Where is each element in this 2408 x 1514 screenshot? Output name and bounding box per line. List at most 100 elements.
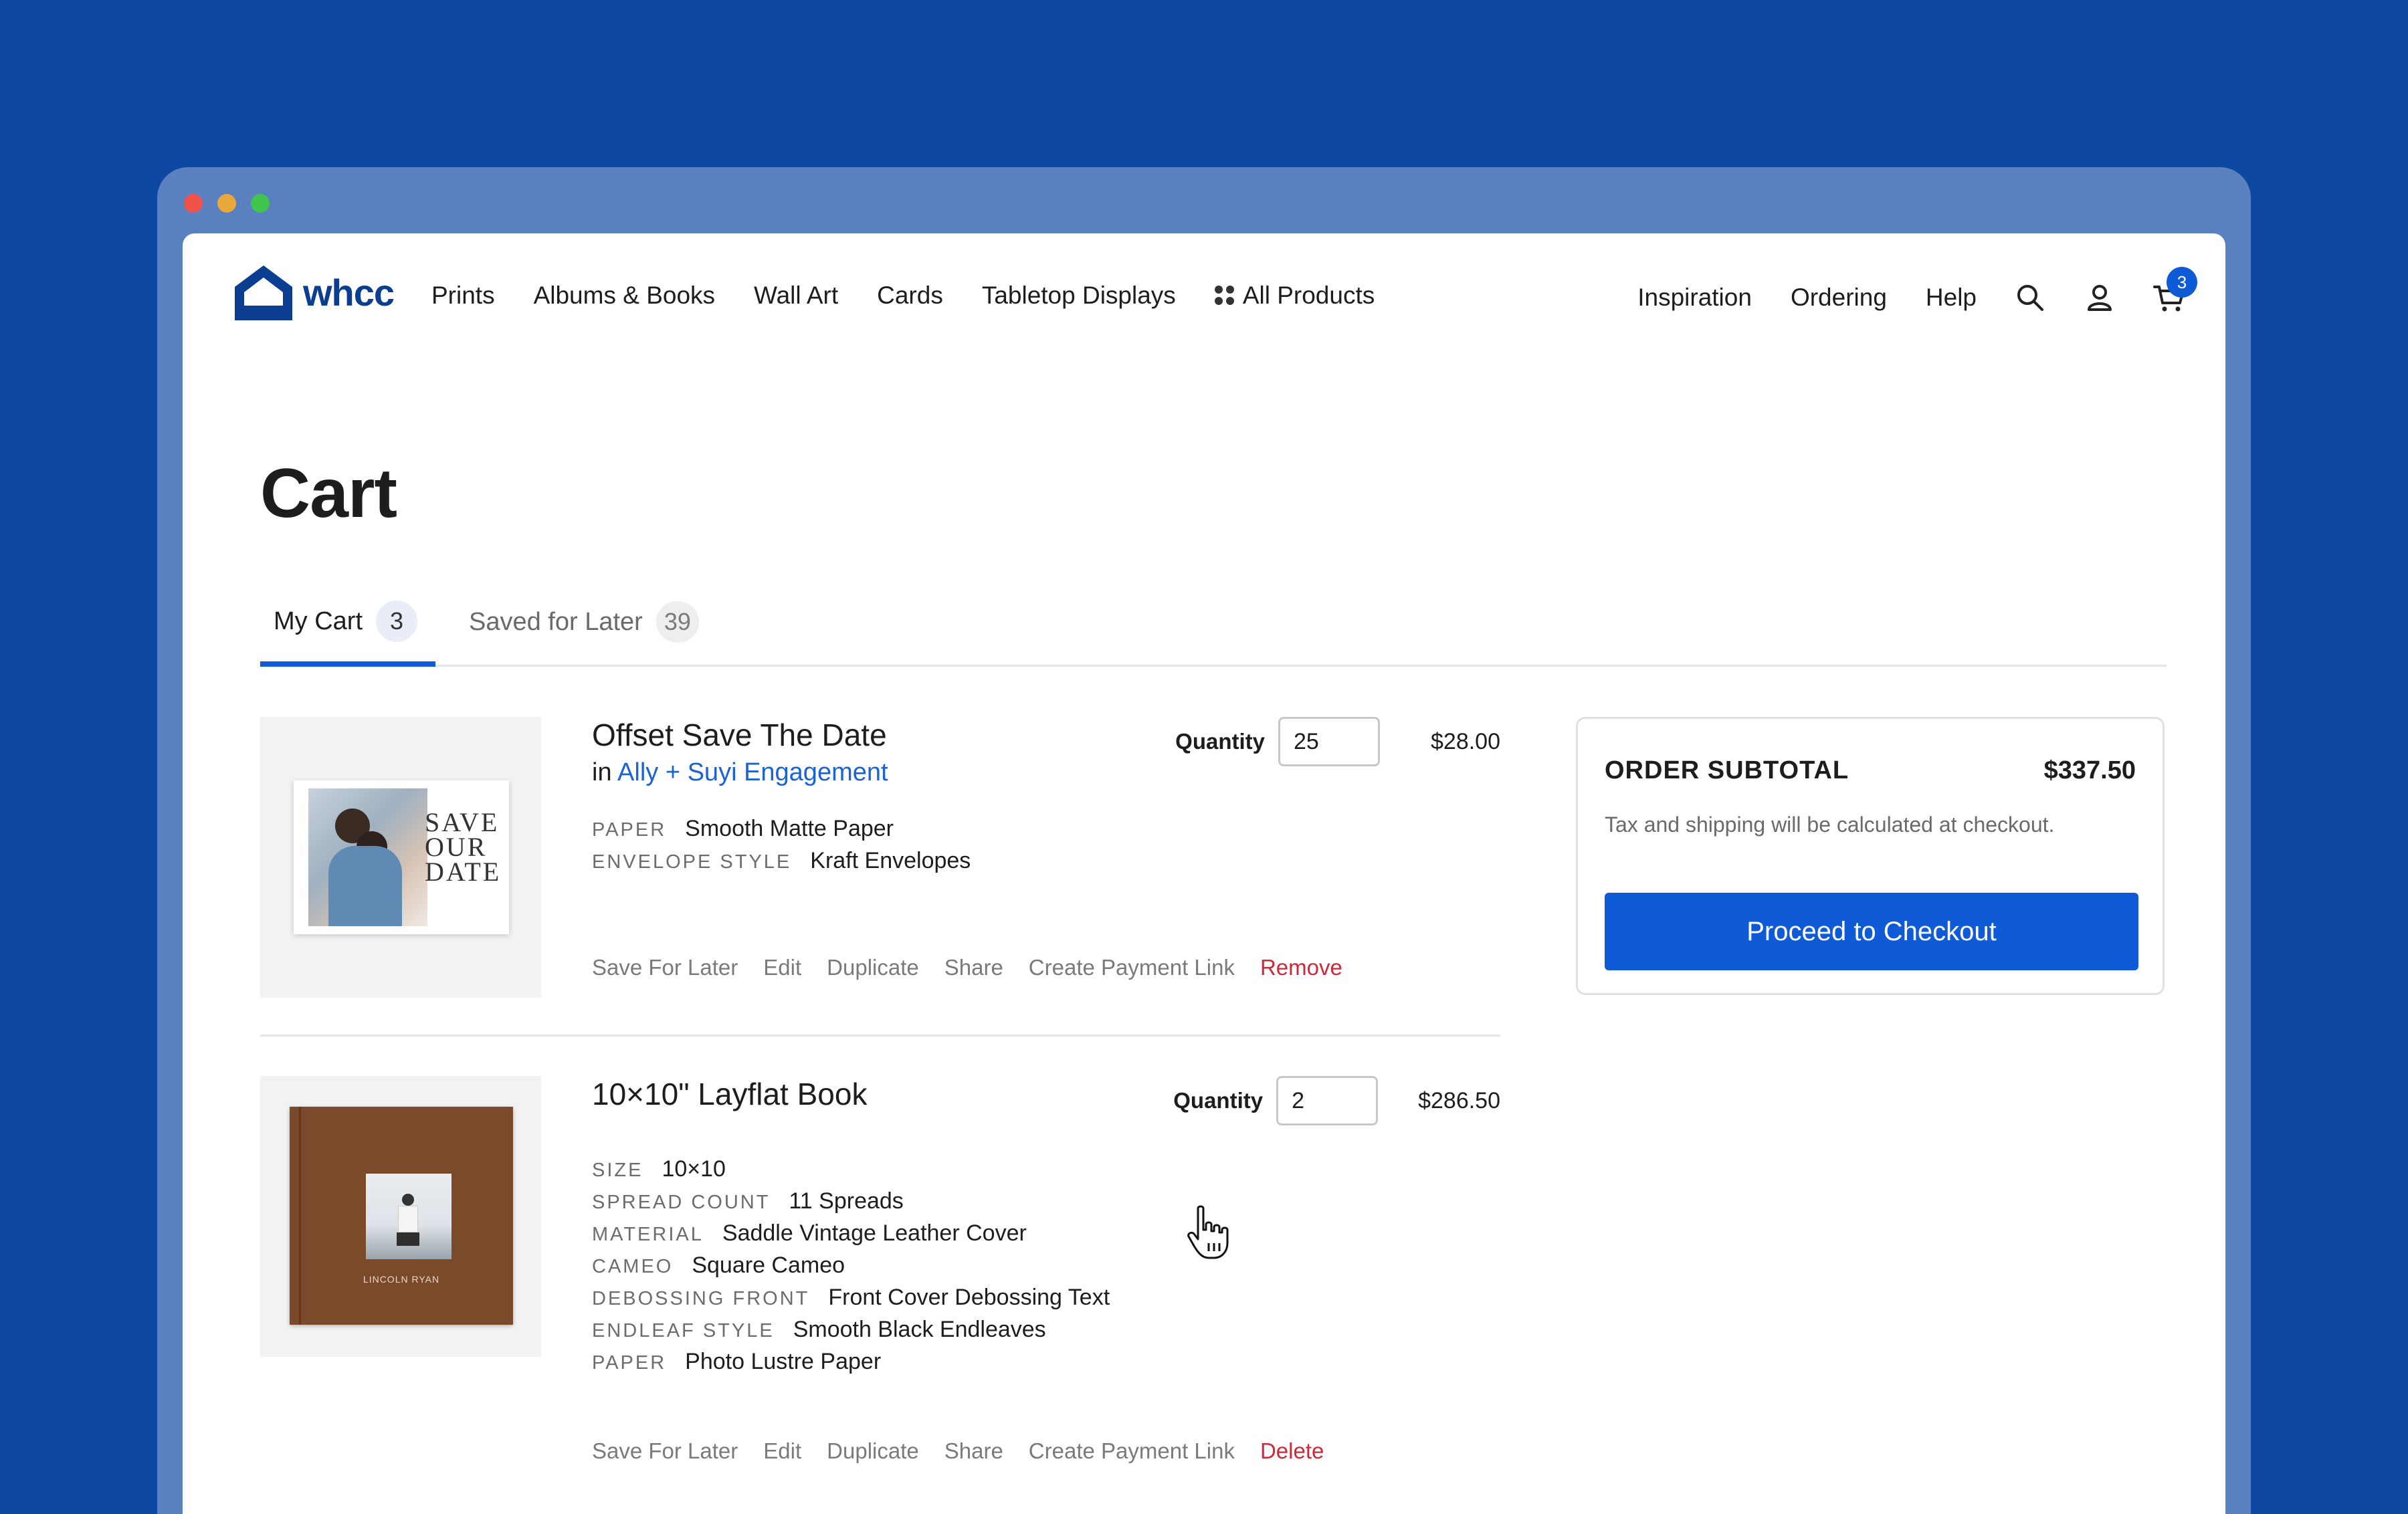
cover-debossing-text: LINCOLN RYAN <box>363 1274 440 1285</box>
tax-shipping-note: Tax and shipping will be calculated at c… <box>1605 813 2055 837</box>
share-link[interactable]: Share <box>944 955 1003 980</box>
tab-my-cart[interactable]: My Cart 3 <box>260 581 435 667</box>
page: whcc Prints Albums & Books Wall Art Card… <box>183 233 2225 1514</box>
attribute-row: ENDLEAF STYLE Smooth Black Endleaves <box>592 1317 1110 1349</box>
cart-item: LINCOLN RYAN 10×10" Layflat Book SIZE 10… <box>260 1076 1500 1514</box>
save-our-date-text: SAVE OUR DATE <box>425 807 502 887</box>
save-the-date-card: SAVE OUR DATE <box>294 780 509 934</box>
attribute-value: Smooth Black Endleaves <box>793 1317 1046 1342</box>
attribute-row: SPREAD COUNT 11 Spreads <box>592 1188 1110 1220</box>
item-attributes: PAPER Smooth Matte Paper ENVELOPE STYLE … <box>592 816 971 880</box>
tab-saved-for-later[interactable]: Saved for Later 39 <box>469 581 699 663</box>
edit-link[interactable]: Edit <box>763 1438 801 1464</box>
cart-button[interactable]: 3 <box>2153 267 2197 314</box>
create-payment-link[interactable]: Create Payment Link <box>1029 1438 1235 1464</box>
item-price: $28.00 <box>1431 728 1500 754</box>
proceed-to-checkout-button[interactable]: Proceed to Checkout <box>1605 893 2138 970</box>
item-actions: Save For Later Edit Duplicate Share Crea… <box>592 955 1368 980</box>
secondary-nav: Inspiration Ordering Help 3 <box>1637 267 2197 314</box>
nav-all-products-label: All Products <box>1242 282 1375 309</box>
primary-nav: Prints Albums & Books Wall Art Cards Tab… <box>431 282 1413 310</box>
order-subtotal-amount: $337.50 <box>2043 756 2136 784</box>
tab-my-cart-label: My Cart <box>274 607 363 635</box>
quantity-block: Quantity $286.50 <box>1173 1076 1500 1125</box>
attribute-key: PAPER <box>592 819 667 841</box>
item-project-link[interactable]: Ally + Suyi Engagement <box>617 758 888 786</box>
attribute-value: Smooth Matte Paper <box>685 816 894 841</box>
grid-icon <box>1214 286 1235 306</box>
duplicate-link[interactable]: Duplicate <box>827 955 919 980</box>
create-payment-link[interactable]: Create Payment Link <box>1029 955 1235 980</box>
cart-item: SAVE OUR DATE Offset Save The Date in Al… <box>260 717 1500 1037</box>
attribute-value: Kraft Envelopes <box>810 848 971 873</box>
delete-link[interactable]: Delete <box>1260 1438 1324 1464</box>
attribute-key: MATERIAL <box>592 1224 704 1245</box>
attribute-key: ENVELOPE STYLE <box>592 851 792 873</box>
nav-wall-art[interactable]: Wall Art <box>754 282 838 310</box>
nav-help[interactable]: Help <box>1926 284 1977 312</box>
remove-link[interactable]: Remove <box>1260 955 1342 980</box>
attribute-key: ENDLEAF STYLE <box>592 1320 775 1341</box>
item-price: $286.50 <box>1418 1087 1500 1113</box>
save-for-later-link[interactable]: Save For Later <box>592 955 738 980</box>
share-link[interactable]: Share <box>944 1438 1003 1464</box>
quantity-label: Quantity <box>1173 1088 1264 1113</box>
attribute-key: CAMEO <box>592 1256 674 1277</box>
item-thumbnail[interactable]: SAVE OUR DATE <box>260 717 541 998</box>
tab-saved-for-later-count: 39 <box>656 601 699 643</box>
item-name: 10×10" Layflat Book <box>592 1077 868 1111</box>
attribute-row: MATERIAL Saddle Vintage Leather Cover <box>592 1220 1110 1253</box>
cart-count-badge: 3 <box>2167 267 2197 298</box>
attribute-value: 11 Spreads <box>789 1188 904 1214</box>
quantity-input[interactable] <box>1276 1076 1379 1125</box>
attribute-key: SPREAD COUNT <box>592 1192 771 1213</box>
attribute-key: PAPER <box>592 1352 667 1374</box>
house-logo-icon <box>235 265 292 320</box>
nav-albums-books[interactable]: Albums & Books <box>534 282 715 310</box>
hand-pointer-cursor-icon <box>1187 1205 1229 1259</box>
maximize-window-button[interactable] <box>251 194 270 213</box>
tab-my-cart-count: 3 <box>376 601 417 642</box>
attribute-row: ENVELOPE STYLE Kraft Envelopes <box>592 848 971 880</box>
logo-wordmark: whcc <box>303 271 395 314</box>
attribute-value: Front Cover Debossing Text <box>828 1285 1110 1310</box>
attribute-value: 10×10 <box>662 1156 726 1182</box>
attribute-row: SIZE 10×10 <box>592 1156 1110 1188</box>
nav-tabletop-displays[interactable]: Tabletop Displays <box>982 282 1176 310</box>
logo[interactable]: whcc <box>233 263 395 322</box>
attribute-row: PAPER Photo Lustre Paper <box>592 1349 1110 1381</box>
tab-saved-for-later-label: Saved for Later <box>469 607 643 636</box>
attribute-row: DEBOSSING FRONT Front Cover Debossing Te… <box>592 1285 1110 1317</box>
attribute-key: SIZE <box>592 1160 643 1181</box>
item-name: Offset Save The Date <box>592 718 887 752</box>
user-icon <box>2088 285 2112 311</box>
quantity-block: Quantity $28.00 <box>1175 717 1500 766</box>
edit-link[interactable]: Edit <box>763 955 801 980</box>
item-actions: Save For Later Edit Duplicate Share Crea… <box>592 1438 1349 1464</box>
quantity-label: Quantity <box>1175 729 1265 754</box>
leather-book-cover: LINCOLN RYAN <box>290 1107 513 1325</box>
attribute-row: PAPER Smooth Matte Paper <box>592 816 971 848</box>
order-summary: ORDER SUBTOTAL $337.50 Tax and shipping … <box>1576 717 2165 995</box>
save-for-later-link[interactable]: Save For Later <box>592 1438 738 1464</box>
attribute-value: Photo Lustre Paper <box>685 1349 882 1374</box>
nav-cards[interactable]: Cards <box>877 282 943 310</box>
nav-prints[interactable]: Prints <box>431 282 495 310</box>
nav-all-products[interactable]: All Products <box>1214 282 1375 310</box>
item-project-prefix: in <box>592 758 612 786</box>
order-subtotal-label: ORDER SUBTOTAL <box>1605 756 1849 784</box>
duplicate-link[interactable]: Duplicate <box>827 1438 919 1464</box>
account-button[interactable] <box>2084 282 2116 314</box>
attribute-row: CAMEO Square Cameo <box>592 1253 1110 1285</box>
minimize-window-button[interactable] <box>217 194 236 213</box>
attribute-value: Square Cameo <box>692 1253 845 1278</box>
close-window-button[interactable] <box>184 194 203 213</box>
quantity-input[interactable] <box>1278 717 1380 766</box>
search-button[interactable] <box>2014 282 2046 314</box>
site-header: whcc Prints Albums & Books Wall Art Card… <box>183 233 2225 367</box>
couple-photo <box>308 788 427 926</box>
window-controls <box>184 194 270 213</box>
nav-inspiration[interactable]: Inspiration <box>1637 284 1752 312</box>
nav-ordering[interactable]: Ordering <box>1791 284 1887 312</box>
item-thumbnail[interactable]: LINCOLN RYAN <box>260 1076 541 1357</box>
